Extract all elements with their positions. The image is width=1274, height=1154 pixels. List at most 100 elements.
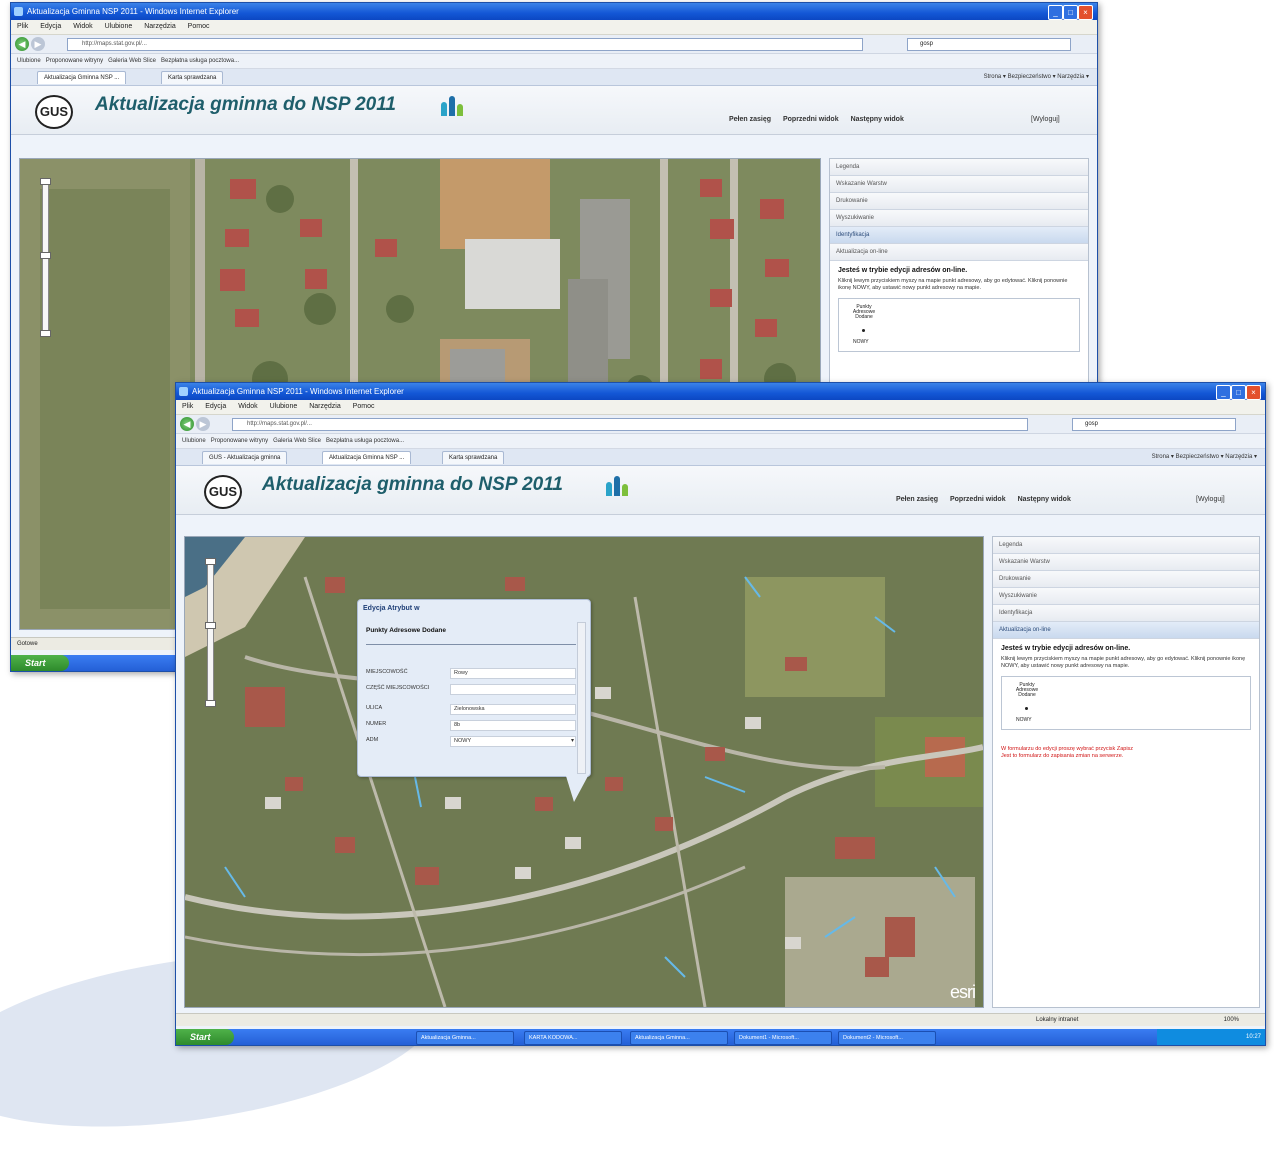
field-input[interactable]: Zielonowska: [450, 704, 576, 715]
search-input[interactable]: gosp: [907, 38, 1071, 51]
full-extent-link[interactable]: Pełen zasięg: [729, 116, 771, 123]
popup-divider: [366, 644, 576, 645]
menu-item[interactable]: Plik: [182, 403, 193, 410]
logout-link[interactable]: [Wyloguj]: [1196, 496, 1225, 503]
accordion-layers[interactable]: Wskazanie Warstw: [830, 176, 1088, 193]
popup-scrollbar[interactable]: [577, 622, 586, 774]
accordion-online-update[interactable]: Aktualizacja on-line: [993, 622, 1259, 639]
field-label: ADM: [366, 737, 379, 743]
edit-attributes-popup: Edycja Atrybut w Punkty Adresowe Dodane …: [357, 599, 591, 802]
close-button[interactable]: ×: [1078, 5, 1093, 20]
accordion-layers[interactable]: Wskazanie Warstw: [993, 554, 1259, 571]
point-icon[interactable]: [1025, 707, 1028, 710]
favorite-link[interactable]: Bezpłatna usługa pocztowa...: [161, 58, 239, 64]
next-view-link[interactable]: Następny widok: [1018, 496, 1071, 503]
field-input[interactable]: 8b: [450, 720, 576, 731]
full-extent-link[interactable]: Pełen zasięg: [896, 496, 938, 503]
minimize-button[interactable]: _: [1048, 5, 1063, 20]
accordion-online-update[interactable]: Aktualizacja on-line: [830, 244, 1088, 261]
legend-label: Punkty Adresowe Dodane: [1015, 682, 1039, 698]
browser-tab[interactable]: Aktualizacja Gminna NSP ...: [37, 71, 127, 84]
accordion-search[interactable]: Wyszukiwanie: [830, 210, 1088, 227]
forward-arrow-icon[interactable]: ▶: [196, 417, 210, 431]
panel-instructions: Kliknij lewym przyciskiem myszy na mapie…: [1001, 656, 1246, 669]
app-header: GUS Aktualizacja gminna do NSP 2011 Pełe…: [11, 86, 1097, 135]
browser-tab[interactable]: Aktualizacja Gminna NSP ...: [322, 451, 412, 464]
field-input[interactable]: Rowy: [450, 668, 576, 679]
search-input[interactable]: gosp: [1072, 418, 1236, 431]
navigation-links: Pełen zasięg Poprzedni widok Następny wi…: [729, 116, 914, 123]
menu-item[interactable]: Edycja: [205, 403, 226, 410]
taskbar-item[interactable]: Dokument1 - Microsoft...: [734, 1031, 832, 1045]
command-bar[interactable]: Strona ▾ Bezpieczeństwo ▾ Narzędzia ▾: [984, 69, 1089, 85]
command-bar[interactable]: Strona ▾ Bezpieczeństwo ▾ Narzędzia ▾: [1152, 449, 1257, 465]
legend-item[interactable]: NOWY: [853, 339, 869, 345]
minimize-button[interactable]: _: [1216, 385, 1231, 400]
zoom-slider[interactable]: [205, 558, 216, 707]
favorites-bar: Ulubione Proponowane witryny Galeria Web…: [11, 54, 1097, 69]
accordion-print[interactable]: Drukowanie: [830, 193, 1088, 210]
accordion-identify[interactable]: Identyfikacja: [993, 605, 1259, 622]
taskbar-item[interactable]: Aktualizacja Gminna...: [630, 1031, 728, 1045]
previous-view-link[interactable]: Poprzedni widok: [950, 496, 1006, 503]
favorites-button[interactable]: Ulubione: [17, 58, 41, 64]
field-row: ULICA Zielonowska: [366, 704, 576, 716]
browser-window-front: Aktualizacja Gminna NSP 2011 - Windows I…: [175, 382, 1266, 1046]
map-view[interactable]: Edycja Atrybut w Punkty Adresowe Dodane …: [184, 536, 984, 1008]
legend-item[interactable]: NOWY: [1016, 717, 1032, 723]
menu-item[interactable]: Plik: [17, 23, 28, 30]
popup-subheader: Punkty Adresowe Dodane: [366, 627, 446, 634]
menu-item[interactable]: Widok: [73, 23, 92, 30]
browser-tab[interactable]: Karta sprawdzana: [161, 71, 224, 84]
accordion-search[interactable]: Wyszukiwanie: [993, 588, 1259, 605]
address-input[interactable]: http://maps.stat.gov.pl/...: [232, 418, 1028, 431]
back-arrow-icon[interactable]: ◀: [180, 417, 194, 431]
chevron-down-icon[interactable]: ▾: [571, 737, 574, 744]
legend-template-box: Punkty Adresowe Dodane NOWY: [1001, 676, 1251, 730]
maximize-button[interactable]: □: [1063, 5, 1078, 20]
gus-logo: GUS: [35, 95, 73, 129]
favorites-button[interactable]: Ulubione: [182, 438, 206, 444]
close-button[interactable]: ×: [1246, 385, 1261, 400]
app-header: GUS Aktualizacja gminna do NSP 2011 Pełe…: [176, 466, 1265, 515]
menu-item[interactable]: Narzędzia: [309, 403, 341, 410]
favorite-link[interactable]: Galeria Web Slice: [273, 438, 321, 444]
taskbar-item[interactable]: Dokument2 - Microsoft...: [838, 1031, 936, 1045]
legend-label: Punkty Adresowe Dodane: [852, 304, 876, 320]
browser-tab[interactable]: Karta sprawdzana: [442, 451, 505, 464]
menu-item[interactable]: Pomoc: [188, 23, 210, 30]
browser-tab[interactable]: GUS - Aktualizacja gminna: [202, 451, 288, 464]
start-button[interactable]: Start: [11, 655, 69, 671]
back-arrow-icon[interactable]: ◀: [15, 37, 29, 51]
previous-view-link[interactable]: Poprzedni widok: [783, 116, 839, 123]
favorite-link[interactable]: Galeria Web Slice: [108, 58, 156, 64]
menu-item[interactable]: Ulubione: [105, 23, 133, 30]
accordion-legend[interactable]: Legenda: [993, 537, 1259, 554]
zoom-level[interactable]: 100%: [1224, 1014, 1239, 1026]
field-label: CZĘŚĆ MIEJSCOWOŚCI: [366, 685, 430, 691]
forward-arrow-icon[interactable]: ▶: [31, 37, 45, 51]
field-row: CZĘŚĆ MIEJSCOWOŚCI: [366, 684, 576, 696]
favorite-link[interactable]: Bezpłatna usługa pocztowa...: [326, 438, 404, 444]
menu-item[interactable]: Ulubione: [270, 403, 298, 410]
menu-item[interactable]: Pomoc: [353, 403, 375, 410]
accordion-legend[interactable]: Legenda: [830, 159, 1088, 176]
accordion-identify[interactable]: Identyfikacja: [830, 227, 1088, 244]
favorite-link[interactable]: Proponowane witryny: [211, 438, 268, 444]
favorite-link[interactable]: Proponowane witryny: [46, 58, 103, 64]
zoom-slider[interactable]: [40, 178, 51, 337]
menu-item[interactable]: Edycja: [40, 23, 61, 30]
next-view-link[interactable]: Następny widok: [851, 116, 904, 123]
menu-item[interactable]: Widok: [238, 403, 257, 410]
logout-link[interactable]: [Wyloguj]: [1031, 116, 1060, 123]
menu-item[interactable]: Narzędzia: [144, 23, 176, 30]
taskbar-item[interactable]: KARTA KODOWA...: [524, 1031, 622, 1045]
address-input[interactable]: http://maps.stat.gov.pl/...: [67, 38, 863, 51]
maximize-button[interactable]: □: [1231, 385, 1246, 400]
accordion-print[interactable]: Drukowanie: [993, 571, 1259, 588]
point-icon[interactable]: [862, 329, 865, 332]
field-input[interactable]: [450, 684, 576, 695]
adm-select[interactable]: NOWY: [450, 736, 576, 747]
start-button[interactable]: Start: [176, 1029, 234, 1045]
taskbar-item[interactable]: Aktualizacja Gminna...: [416, 1031, 514, 1045]
